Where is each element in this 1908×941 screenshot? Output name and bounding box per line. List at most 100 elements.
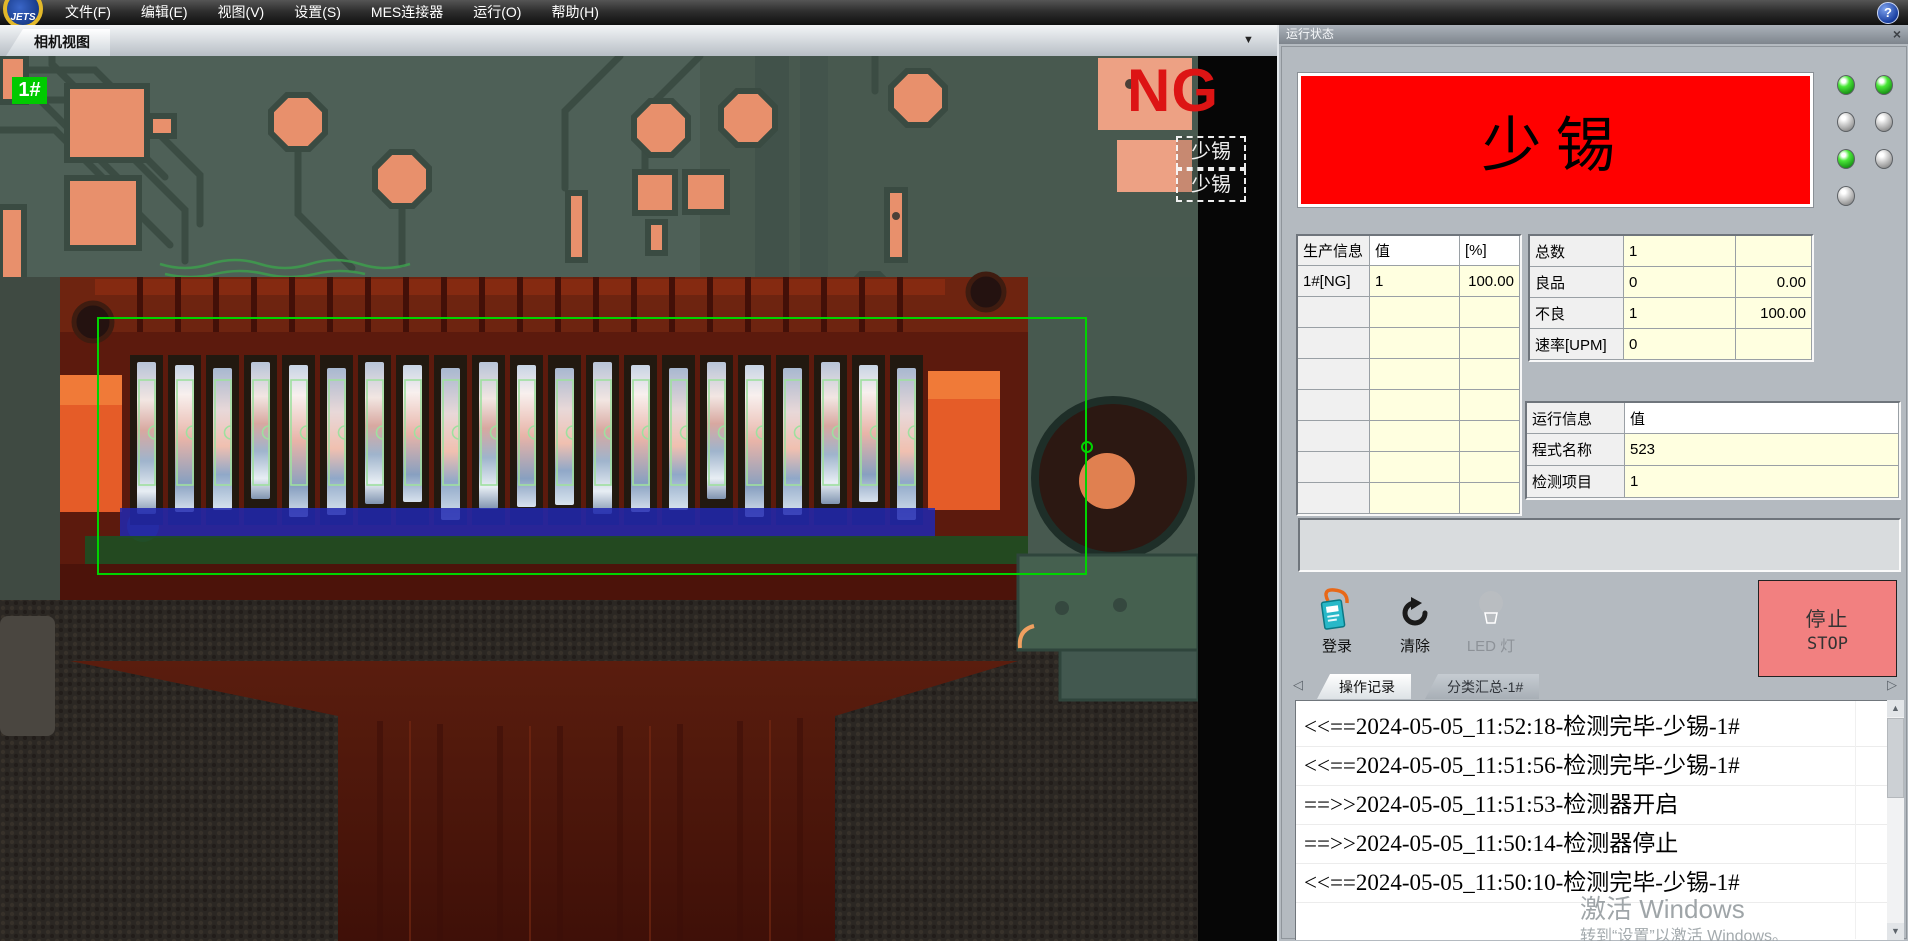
table-row: 1#[NG]1100.00 <box>1298 266 1520 297</box>
panel-title-bar: 运行状态 × <box>1279 25 1908 44</box>
table-cell <box>1370 359 1460 390</box>
inspection-roi-rectangle <box>97 317 1087 575</box>
menu-item[interactable]: 编辑(E) <box>126 0 203 25</box>
table-cell <box>1460 328 1520 359</box>
tab-scroll-right-icon[interactable]: ▷ <box>1887 677 1897 693</box>
scroll-up-icon[interactable]: ▲ <box>1887 700 1904 717</box>
table-cell <box>1370 421 1460 452</box>
table-row: 良品00.00 <box>1530 267 1812 298</box>
table-cell <box>1370 297 1460 328</box>
stop-label-en: STOP <box>1807 634 1848 654</box>
table-cell: 100.00 <box>1460 266 1520 297</box>
table-row: 检测项目1 <box>1527 466 1899 498</box>
table-cell <box>1370 452 1460 483</box>
table-cell: 523 <box>1625 434 1899 466</box>
run-status-panel: 运行状态 × 少锡 生产信息值[%]1#[NG]1100.00 总数1良品00.… <box>1277 25 1908 941</box>
help-icon[interactable]: ? <box>1877 2 1899 24</box>
menu-item[interactable]: 设置(S) <box>279 0 356 25</box>
menu-item[interactable]: MES连接器 <box>356 0 458 25</box>
id-badge-icon <box>1301 585 1373 631</box>
app-window: JETS 文件(F)编辑(E)视图(V)设置(S)MES连接器运行(O)帮助(H… <box>0 0 1908 941</box>
table-cell <box>1298 328 1370 359</box>
tab-camera-view[interactable]: 相机视图 <box>6 29 110 56</box>
table-cell: 不良 <box>1530 298 1624 329</box>
log-entry: <<==2024-05-05_11:51:56-检测完毕-少锡-1# <box>1296 747 1887 786</box>
panel-title-text: 运行状态 <box>1286 25 1334 44</box>
refresh-icon <box>1379 585 1451 631</box>
statistics-table: 总数1良品00.00不良1100.00速率[UPM]0 <box>1528 234 1814 362</box>
status-led <box>1837 75 1855 95</box>
defect-label: 少锡 <box>1176 136 1246 169</box>
table-cell <box>1298 297 1370 328</box>
table-row <box>1298 483 1520 514</box>
menu-item[interactable]: 帮助(H) <box>536 0 613 25</box>
table-header-cell: 值 <box>1625 403 1899 434</box>
stop-label-cn: 停止 <box>1806 603 1850 632</box>
close-icon[interactable]: × <box>1893 25 1901 44</box>
defect-result-banner: 少锡 <box>1298 73 1813 207</box>
table-cell: 0 <box>1624 267 1736 298</box>
status-led <box>1837 112 1855 132</box>
menu-item[interactable]: 文件(F) <box>50 0 126 25</box>
tab-scroll-left-icon[interactable]: ◁ <box>1293 677 1303 693</box>
table-cell <box>1298 390 1370 421</box>
menu-bar: JETS 文件(F)编辑(E)视图(V)设置(S)MES连接器运行(O)帮助(H… <box>0 0 1908 25</box>
status-led <box>1875 112 1893 132</box>
tab-classify-summary[interactable]: 分类汇总-1# <box>1425 674 1539 699</box>
table-cell <box>1460 297 1520 328</box>
vertical-scrollbar[interactable]: ▲ ▼ <box>1887 700 1904 940</box>
table-cell <box>1460 421 1520 452</box>
status-led <box>1875 149 1893 169</box>
table-cell <box>1370 328 1460 359</box>
clear-label: 清除 <box>1379 635 1451 656</box>
table-cell: 速率[UPM] <box>1530 329 1624 360</box>
table-cell: 程式名称 <box>1527 434 1625 466</box>
table-cell <box>1460 452 1520 483</box>
led-label: LED 灯 <box>1451 635 1531 656</box>
table-header-cell: 运行信息 <box>1527 403 1625 434</box>
table-cell <box>1736 329 1812 360</box>
inspection-result-text: NG <box>1127 56 1219 125</box>
tab-operation-log[interactable]: 操作记录 <box>1317 674 1411 699</box>
windows-activation-watermark: 激活 Windows <box>1580 889 1745 926</box>
production-info-table: 生产信息值[%]1#[NG]1100.00 <box>1296 234 1522 516</box>
camera-id-label: 1# <box>12 77 47 104</box>
menu-item[interactable]: 视图(V) <box>203 0 280 25</box>
log-entry: ==>>2024-05-05_11:51:53-检测器开启 <box>1296 786 1887 825</box>
camera-tab-bar: 相机视图 ▼ <box>0 25 1277 57</box>
status-led <box>1837 186 1855 206</box>
table-header-row: 生产信息值[%] <box>1298 236 1520 266</box>
menu-items: 文件(F)编辑(E)视图(V)设置(S)MES连接器运行(O)帮助(H) <box>50 0 614 25</box>
login-button[interactable]: 登录 <box>1301 585 1373 656</box>
table-cell <box>1298 421 1370 452</box>
table-cell: 总数 <box>1530 236 1624 267</box>
log-entry: <<==2024-05-05_11:52:18-检测完毕-少锡-1# <box>1296 708 1887 747</box>
table-row <box>1298 452 1520 483</box>
login-label: 登录 <box>1301 635 1373 656</box>
table-cell: 1 <box>1624 298 1736 329</box>
table-row <box>1298 390 1520 421</box>
led-light-button[interactable]: LED 灯 <box>1451 585 1531 656</box>
table-cell: 1 <box>1624 236 1736 267</box>
table-cell: 1#[NG] <box>1298 266 1370 297</box>
log-column-divider <box>1855 701 1856 939</box>
stop-button[interactable]: 停止 STOP <box>1758 580 1897 677</box>
table-cell <box>1298 452 1370 483</box>
table-row: 速率[UPM]0 <box>1530 329 1812 360</box>
table-cell <box>1298 359 1370 390</box>
table-cell: 1 <box>1370 266 1460 297</box>
defect-label: 少锡 <box>1176 169 1246 202</box>
table-cell <box>1298 483 1370 514</box>
windows-activation-watermark-sub: 转到“设置”以激活 Windows。 <box>1580 922 1788 941</box>
table-cell <box>1460 390 1520 421</box>
vertical-scroll-thumb[interactable] <box>1887 718 1904 798</box>
table-header-row: 运行信息值 <box>1527 403 1899 434</box>
status-led <box>1837 149 1855 169</box>
status-led <box>1875 75 1893 95</box>
chevron-down-icon[interactable]: ▼ <box>1243 34 1254 46</box>
clear-button[interactable]: 清除 <box>1379 585 1451 656</box>
menu-item[interactable]: 运行(O) <box>458 0 536 25</box>
table-cell <box>1370 390 1460 421</box>
scroll-down-icon[interactable]: ▼ <box>1887 923 1904 940</box>
table-cell <box>1460 359 1520 390</box>
